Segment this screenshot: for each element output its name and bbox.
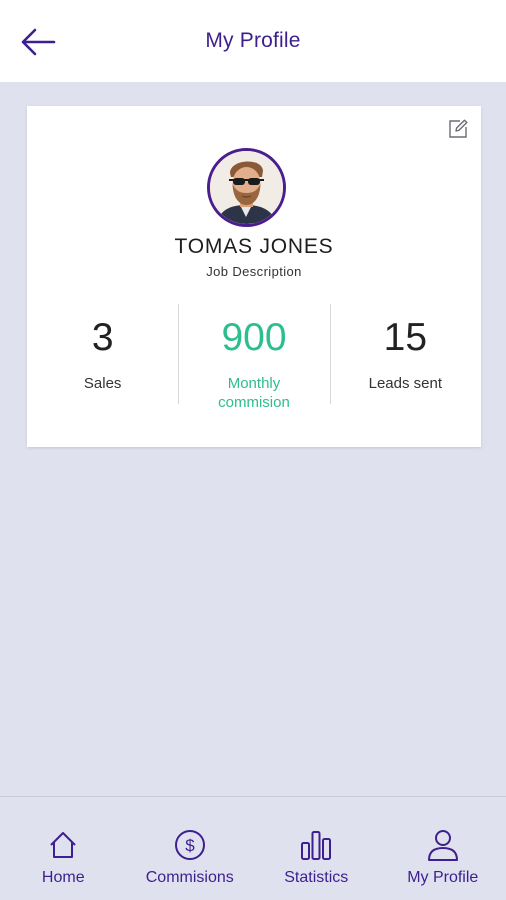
bottom-navigation: Home $ Commisions Statistics My Profile	[0, 796, 506, 900]
nav-label: Home	[41, 869, 85, 886]
dollar-circle-icon: $	[174, 830, 205, 860]
page-title: My Profile	[205, 29, 301, 52]
profile-name: TOMAS JONES	[174, 235, 334, 258]
job-description: Job Description	[206, 264, 302, 279]
user-icon	[427, 830, 458, 861]
profile-card: TOMAS JONES Job Description 3 Sales 900 …	[27, 106, 481, 447]
stat-label: Leads sent	[368, 375, 443, 392]
nav-item-home[interactable]: Home	[0, 797, 127, 900]
stats-row: 3 Sales 900 Monthly commision 15 Leads s…	[27, 304, 481, 411]
nav-item-statistics[interactable]: Statistics	[253, 797, 380, 900]
home-icon	[50, 832, 76, 858]
edit-icon	[449, 119, 468, 138]
stat-sales: 3 Sales	[27, 304, 178, 408]
stat-label: Monthly commision	[218, 375, 290, 411]
bar-chart-icon	[301, 831, 332, 860]
stat-monthly-commision: 900 Monthly commision	[178, 304, 329, 411]
arrow-left-icon	[21, 28, 56, 56]
avatar	[207, 148, 286, 227]
stat-label: Sales	[83, 375, 122, 392]
back-button[interactable]	[16, 22, 60, 62]
profile-photo	[210, 151, 283, 224]
top-bar: My Profile	[0, 0, 506, 82]
nav-label: My Profile	[407, 869, 479, 886]
app-root: My Profile TOMAS JONES Job Description 3…	[0, 0, 506, 900]
stat-leads-sent: 15 Leads sent	[329, 304, 481, 408]
svg-text:$: $	[185, 836, 195, 855]
nav-label: Commisions	[145, 869, 234, 886]
edit-profile-button[interactable]	[447, 118, 469, 140]
stat-value: 900	[221, 316, 287, 359]
nav-item-my-profile[interactable]: My Profile	[380, 797, 506, 900]
stat-value: 3	[91, 316, 114, 359]
nav-item-commisions[interactable]: $ Commisions	[127, 797, 254, 900]
stat-value: 15	[383, 316, 428, 359]
nav-label: Statistics	[284, 869, 349, 886]
